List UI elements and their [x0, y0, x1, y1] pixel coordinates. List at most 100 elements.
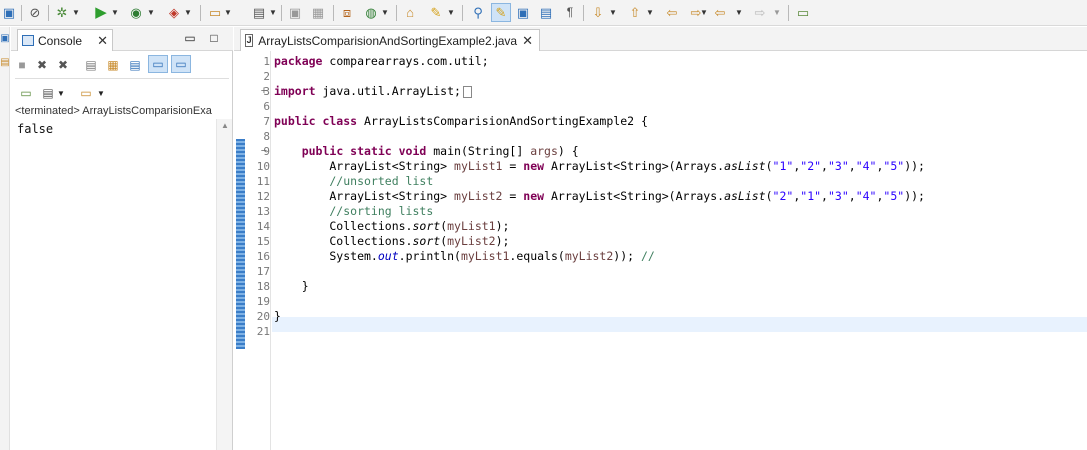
clear-console-icon[interactable]: ▤: [83, 56, 99, 74]
editor-tab-bar: J ArrayListsComparisionAndSortingExample…: [234, 27, 1087, 51]
skip-breakpoints-icon[interactable]: ⊘: [28, 3, 42, 22]
terminate-icon[interactable]: ■: [15, 56, 29, 74]
mark-occurrences-icon[interactable]: ✎: [491, 3, 511, 22]
external-tools-dropdown-icon[interactable]: ▼: [184, 3, 192, 22]
print-icon[interactable]: ▦: [310, 3, 326, 22]
editor-tab-label: ArrayListsComparisionAndSortingExample2.…: [258, 33, 518, 48]
code-token: "2": [800, 159, 822, 173]
show-whitespace-icon[interactable]: ¶: [563, 3, 577, 22]
annotation-icon[interactable]: ▣: [515, 3, 531, 22]
code-token: public class: [274, 114, 358, 128]
save-icon[interactable]: ▣: [2, 3, 16, 22]
close-icon[interactable]: ✕: [522, 33, 533, 49]
external-tools-icon[interactable]: ◈: [166, 3, 182, 22]
code-line[interactable]: Collections.sort(myList2);: [274, 234, 509, 249]
web-dropdown-icon[interactable]: ▼: [381, 3, 389, 22]
coverage-dropdown-icon[interactable]: ▼: [147, 3, 155, 22]
new-project-dropdown-icon[interactable]: ▼: [224, 3, 232, 22]
left-side-strip: ▣ ▤: [0, 27, 10, 450]
code-line[interactable]: ArrayList<String> myList1 = new ArrayLis…: [274, 159, 925, 174]
code-token: new: [523, 189, 545, 203]
scroll-up-icon[interactable]: ▲: [217, 121, 233, 131]
code-line[interactable]: package comparearrays.com.util;: [274, 54, 489, 69]
folded-imports-marker: [462, 85, 472, 98]
gutter-divider: [270, 51, 271, 450]
code-token: public static void: [301, 144, 427, 158]
code-token: ArrayList<String>: [274, 159, 455, 173]
forward-icon[interactable]: ⇨: [752, 3, 768, 22]
code-editor-area[interactable]: package comparearrays.com.util; import ja…: [272, 51, 1087, 450]
code-token: Collections.: [274, 219, 413, 233]
open-console-dropdown-icon[interactable]: ▼: [97, 84, 105, 102]
search-icon[interactable]: ⚲: [470, 3, 486, 22]
toolbar-separator: [200, 5, 201, 21]
open-task-dropdown-icon[interactable]: ▼: [447, 3, 455, 22]
close-icon[interactable]: ✕: [97, 33, 108, 49]
scroll-lock-icon[interactable]: ▦: [105, 56, 121, 74]
code-line[interactable]: System.out.println(myList1.equals(myList…: [274, 249, 654, 264]
debug-dropdown-icon[interactable]: ▼: [72, 3, 80, 22]
code-token: asList: [724, 189, 766, 203]
code-line[interactable]: //sorting lists: [274, 204, 433, 219]
code-line[interactable]: //unsorted list: [274, 174, 433, 189]
pin-console-icon[interactable]: ▭: [19, 84, 33, 102]
code-token: args: [530, 144, 558, 158]
open-type-icon[interactable]: ⌂: [402, 3, 418, 22]
new-package-icon[interactable]: ⧈: [339, 3, 355, 22]
fold-toggle-icon[interactable]: −: [258, 144, 270, 159]
save-all-icon[interactable]: ▣: [287, 3, 303, 22]
run-icon[interactable]: ▶: [93, 3, 109, 22]
remove-launch-icon[interactable]: ✖: [35, 56, 49, 74]
back-icon[interactable]: ⇦: [712, 3, 728, 22]
web-icon[interactable]: ◍: [363, 3, 379, 22]
console-scrollbar[interactable]: ▲: [216, 119, 232, 450]
show-on-output-icon[interactable]: ▭: [148, 55, 168, 73]
display-console-dropdown-icon[interactable]: ▼: [57, 84, 65, 102]
last-edit-dropdown-icon[interactable]: ▼: [700, 3, 708, 22]
code-line[interactable]: }: [274, 309, 281, 324]
code-token: "1": [772, 159, 794, 173]
code-line[interactable]: import java.util.ArrayList;: [274, 84, 472, 99]
console-tab-label: Console: [38, 33, 83, 48]
outline-icon[interactable]: ▤: [0, 57, 10, 69]
code-token: out: [377, 249, 399, 263]
code-line[interactable]: Collections.sort(myList1);: [274, 219, 509, 234]
code-line[interactable]: ArrayList<String> myList2 = new ArrayLis…: [274, 189, 925, 204]
next-annotation-dropdown-icon[interactable]: ▼: [609, 3, 617, 22]
pin-editor-icon[interactable]: ▭: [795, 3, 811, 22]
back-dropdown-icon[interactable]: ▼: [735, 3, 743, 22]
previous-annotation-icon[interactable]: ⇧: [627, 3, 643, 22]
fold-toggle-icon[interactable]: +: [258, 84, 270, 99]
editor-tab[interactable]: J ArrayListsComparisionAndSortingExample…: [240, 29, 540, 51]
code-line[interactable]: public class ArrayListsComparisionAndSor…: [274, 114, 648, 129]
word-wrap-icon[interactable]: ▤: [538, 3, 554, 22]
run-dropdown-icon[interactable]: ▼: [111, 3, 119, 22]
code-token: "2": [772, 189, 794, 203]
maximize-icon[interactable]: □: [207, 31, 221, 45]
display-selected-console-icon[interactable]: ▤: [41, 84, 55, 102]
open-task-icon[interactable]: ✎: [428, 3, 444, 22]
code-token: package: [274, 54, 323, 68]
forward-dropdown-icon[interactable]: ▼: [773, 3, 781, 22]
code-line[interactable]: public static void main(String[] args) {: [274, 144, 579, 159]
previous-annotation-dropdown-icon[interactable]: ▼: [646, 3, 654, 22]
word-wrap-console-icon[interactable]: ▤: [127, 56, 143, 74]
code-line[interactable]: }: [274, 279, 309, 294]
console-tab[interactable]: Console ✕: [17, 29, 113, 51]
debug-icon[interactable]: ✲: [54, 3, 70, 22]
minimize-icon[interactable]: ▭: [183, 31, 197, 45]
new-class-dropdown-icon[interactable]: ▼: [269, 3, 277, 22]
code-token: ,: [821, 159, 828, 173]
next-annotation-icon[interactable]: ⇩: [590, 3, 606, 22]
last-edit-icon[interactable]: ⇦: [664, 3, 680, 22]
coverage-icon[interactable]: ◉: [128, 3, 144, 22]
console-view: Console ✕ ▭ □ ■ ✖ ✖ ▤ ▦ ▤ ▭ ▭ ▭ ▤ ▼ ▭ ▼ …: [11, 27, 233, 450]
code-token: }: [274, 309, 281, 323]
remove-all-terminated-icon[interactable]: ✖: [55, 56, 71, 74]
show-on-error-icon[interactable]: ▭: [171, 55, 191, 73]
package-explorer-icon[interactable]: ▣: [0, 33, 10, 45]
new-java-project-icon[interactable]: ▭: [207, 3, 223, 22]
open-console-icon[interactable]: ▭: [79, 84, 93, 102]
new-class-icon[interactable]: ▤: [251, 3, 267, 22]
